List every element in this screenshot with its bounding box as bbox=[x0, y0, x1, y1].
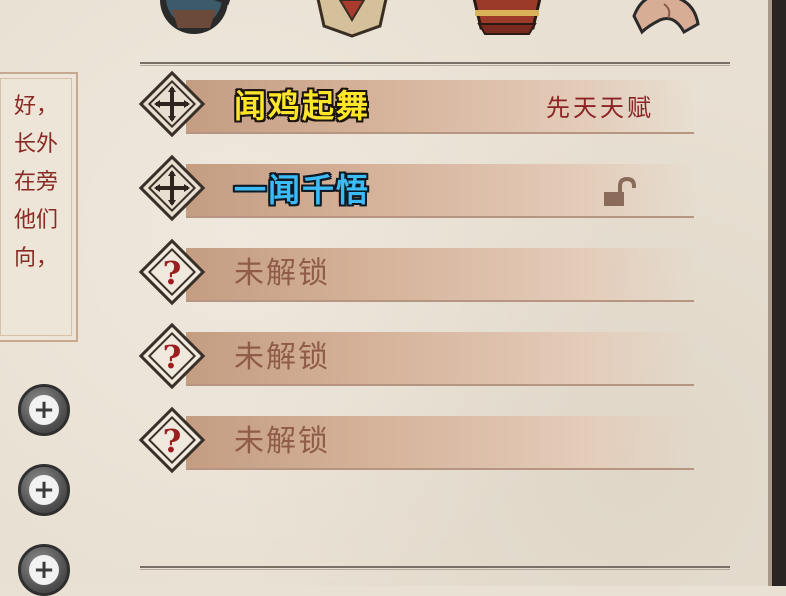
question-badge-icon: ? bbox=[138, 406, 206, 474]
question-badge-icon: ? bbox=[138, 238, 206, 306]
top-divider bbox=[140, 62, 730, 66]
description-text-box: 好， 长外 在旁 他们 向， bbox=[0, 72, 78, 342]
talent-name: 闻鸡起舞 bbox=[234, 87, 371, 125]
red-chest-icon[interactable] bbox=[465, 0, 549, 40]
description-line-2: 长外 bbox=[13, 132, 58, 157]
talent-name: 未解锁 bbox=[234, 340, 330, 375]
right-frame-border bbox=[768, 0, 786, 586]
svg-text:?: ? bbox=[163, 254, 182, 292]
talent-row-4[interactable]: ? 未解锁 bbox=[136, 320, 696, 392]
description-text: 好， 长外 在旁 他们 向， bbox=[0, 88, 76, 278]
character-portrait-icon[interactable] bbox=[152, 0, 236, 40]
svg-text:?: ? bbox=[163, 338, 182, 376]
question-badge-icon: ? bbox=[138, 322, 206, 390]
plus-icon: + bbox=[29, 475, 59, 505]
unlock-icon[interactable] bbox=[602, 176, 636, 210]
bottom-divider bbox=[140, 566, 730, 570]
cross-badge-icon bbox=[138, 70, 206, 138]
description-line-4: 他们 bbox=[13, 208, 58, 233]
shield-emblem-icon[interactable] bbox=[310, 0, 394, 40]
plus-icon: + bbox=[29, 395, 59, 425]
talent-row-2[interactable]: 一闻千悟 bbox=[136, 152, 696, 224]
talent-name: 未解锁 bbox=[234, 256, 330, 291]
description-line-1: 好， bbox=[13, 94, 58, 119]
svg-text:?: ? bbox=[163, 422, 182, 460]
talent-row-3[interactable]: ? 未解锁 bbox=[136, 236, 696, 308]
talent-name: 未解锁 bbox=[234, 424, 330, 459]
talent-name: 一闻千悟 bbox=[234, 171, 371, 209]
description-line-3: 在旁 bbox=[13, 170, 58, 195]
add-button-2[interactable]: + bbox=[18, 464, 70, 516]
muscular-arm-icon[interactable] bbox=[624, 0, 708, 40]
talent-row-5[interactable]: ? 未解锁 bbox=[136, 404, 696, 476]
add-button-1[interactable]: + bbox=[18, 384, 70, 436]
add-button-3[interactable]: + bbox=[18, 544, 70, 596]
talent-tag: 先天天赋 bbox=[546, 94, 654, 122]
cross-badge-icon bbox=[138, 154, 206, 222]
plus-icon: + bbox=[29, 555, 59, 585]
description-line-5: 向， bbox=[13, 246, 58, 271]
talent-row-1[interactable]: 闻鸡起舞 先天天赋 bbox=[136, 68, 696, 140]
